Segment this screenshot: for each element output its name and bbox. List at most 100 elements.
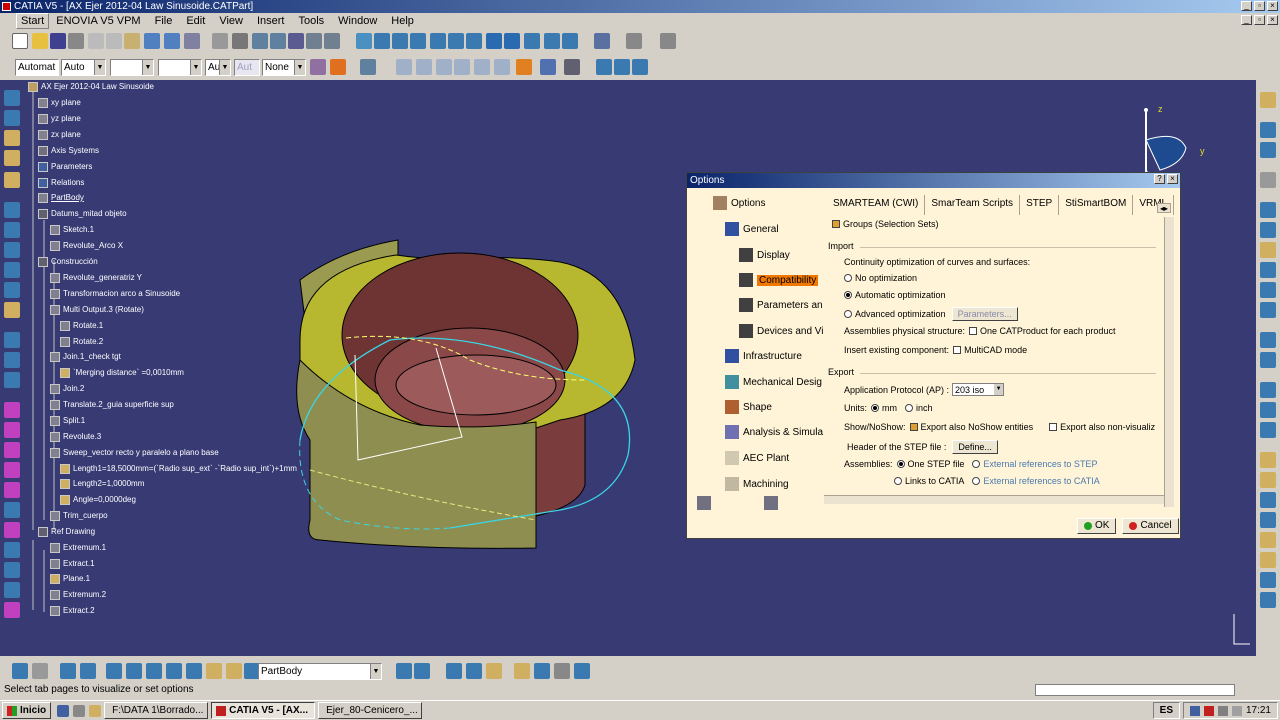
copy-icon[interactable] bbox=[106, 33, 122, 49]
fill-tool-icon[interactable] bbox=[4, 242, 20, 258]
radio-automatic-row[interactable]: Automatic optimization bbox=[844, 290, 946, 300]
extract-tool-icon[interactable] bbox=[4, 372, 20, 388]
one-catproduct-checkbox[interactable] bbox=[969, 327, 978, 335]
shading-icon[interactable] bbox=[524, 33, 540, 49]
tab-smarteam-scripts[interactable]: SmarTeam Scripts bbox=[925, 195, 1021, 215]
quicklaunch-desktop-icon[interactable] bbox=[73, 704, 86, 717]
apply-icon[interactable] bbox=[226, 663, 242, 679]
tree-item-join2[interactable]: Join.2 bbox=[50, 383, 84, 395]
options-tree-devices[interactable]: Devices and Vi bbox=[739, 324, 824, 338]
box-icon[interactable] bbox=[126, 663, 142, 679]
affinity-tool-icon[interactable] bbox=[4, 482, 20, 498]
mirror-tool-icon[interactable] bbox=[1260, 452, 1276, 468]
scale-right-tool-icon[interactable] bbox=[1260, 492, 1276, 508]
help-button[interactable]: ? bbox=[1154, 174, 1165, 184]
export-noshow-checkbox[interactable] bbox=[909, 423, 918, 431]
options-tree-infrastructure[interactable]: Infrastructure bbox=[725, 349, 802, 363]
export-nonvisual-checkbox[interactable] bbox=[1049, 423, 1058, 431]
tree-item-yz-plane[interactable]: yz plane bbox=[38, 113, 81, 125]
render-combo[interactable]: None ▼ bbox=[262, 59, 306, 76]
stop-icon[interactable] bbox=[554, 663, 570, 679]
tree-item-angle[interactable]: Angle=0,0000deg bbox=[60, 494, 136, 506]
tree-item-rotate1[interactable]: Rotate.1 bbox=[60, 320, 103, 332]
radio-mm[interactable] bbox=[871, 404, 880, 412]
options-tree-display[interactable]: Display bbox=[739, 248, 790, 262]
radio-links-catia[interactable] bbox=[894, 477, 902, 485]
linetype-combo[interactable]: ▼ bbox=[110, 59, 154, 76]
radio-inch[interactable] bbox=[905, 404, 914, 412]
menu-tools[interactable]: Tools bbox=[291, 14, 331, 28]
join-tool-icon[interactable] bbox=[4, 302, 20, 318]
insert-body-icon[interactable] bbox=[396, 663, 412, 679]
radio-advanced-optimization[interactable] bbox=[844, 310, 852, 318]
connect-tool-icon[interactable] bbox=[4, 562, 20, 578]
options-tree-aec-plant[interactable]: AEC Plant bbox=[725, 451, 789, 465]
insert-set-icon[interactable] bbox=[414, 663, 430, 679]
sketch-icon[interactable] bbox=[360, 59, 376, 75]
thickness-tool-icon[interactable] bbox=[1260, 402, 1276, 418]
print-icon[interactable] bbox=[68, 33, 84, 49]
tab-scroll-icon[interactable]: ◂▸ bbox=[1157, 203, 1171, 213]
radio-automatic-optimization[interactable] bbox=[844, 291, 852, 299]
draft-tool-icon[interactable] bbox=[4, 582, 20, 598]
point-tool-icon[interactable] bbox=[4, 90, 20, 106]
law-tool-icon[interactable] bbox=[4, 522, 20, 538]
options-tree-root[interactable]: Options bbox=[713, 196, 765, 210]
language-indicator[interactable]: ES bbox=[1152, 702, 1180, 719]
panel-vertical-scrollbar[interactable] bbox=[1164, 217, 1174, 507]
hide-show-icon[interactable] bbox=[544, 33, 560, 49]
body-select[interactable]: PartBody ▼ bbox=[258, 663, 382, 680]
tree-item-revolute3[interactable]: Revolute.3 bbox=[50, 431, 101, 443]
doc-restore-button[interactable]: ▫ bbox=[1254, 15, 1265, 25]
plane-tool-icon[interactable] bbox=[4, 150, 20, 166]
layer-combo[interactable]: Aut bbox=[234, 59, 260, 76]
radio-advanced-row[interactable]: Advanced optimization Parameters... bbox=[844, 307, 1018, 321]
thread-tool-icon[interactable] bbox=[1260, 422, 1276, 438]
tree-item-axis-systems[interactable]: Axis Systems bbox=[38, 145, 99, 157]
pan-icon[interactable] bbox=[392, 33, 408, 49]
groups-checkbox[interactable] bbox=[832, 220, 840, 228]
painter-icon[interactable] bbox=[310, 59, 326, 75]
new-icon[interactable] bbox=[12, 33, 28, 49]
layers-icon[interactable] bbox=[186, 663, 202, 679]
tree-item-xy-plane[interactable]: xy plane bbox=[38, 97, 81, 109]
zoom-in-icon[interactable] bbox=[430, 33, 446, 49]
menu-view[interactable]: View bbox=[212, 14, 250, 28]
menu-insert[interactable]: Insert bbox=[250, 14, 292, 28]
menu-window[interactable]: Window bbox=[331, 14, 384, 28]
tree-item-extremum2[interactable]: Extremum.2 bbox=[50, 589, 106, 601]
formula-icon[interactable] bbox=[212, 33, 228, 49]
replace-icon[interactable] bbox=[574, 663, 590, 679]
fill-icon[interactable] bbox=[516, 59, 532, 75]
chamfer-tool-icon[interactable] bbox=[1260, 352, 1276, 368]
link-icon[interactable] bbox=[166, 663, 182, 679]
split-tool-icon[interactable] bbox=[4, 332, 20, 348]
local-update-icon[interactable] bbox=[486, 663, 502, 679]
quicklaunch-explorer-icon[interactable] bbox=[89, 704, 102, 717]
sweep-tool-icon[interactable] bbox=[4, 222, 20, 238]
line-icon[interactable] bbox=[416, 59, 432, 75]
scan-icon[interactable] bbox=[446, 663, 462, 679]
translate-tool-icon[interactable] bbox=[4, 402, 20, 418]
tab-stismartbom[interactable]: StiSmartBOM bbox=[1059, 195, 1134, 215]
sketch-tool-icon[interactable] bbox=[4, 130, 20, 146]
extrude-tool-icon[interactable] bbox=[4, 172, 20, 188]
pattern-tool-icon[interactable] bbox=[4, 502, 20, 518]
redo-icon[interactable] bbox=[164, 33, 180, 49]
pocket-tool-icon[interactable] bbox=[1260, 222, 1276, 238]
define-in-work-icon[interactable] bbox=[466, 663, 482, 679]
tree-item-revolute-arco[interactable]: Revolute_Arco X bbox=[50, 240, 123, 252]
options-tree-general[interactable]: General bbox=[725, 222, 779, 236]
tree-item-sweep[interactable]: Sweep_vector recto y paralelo a plano ba… bbox=[50, 447, 219, 459]
menu-start[interactable]: Start bbox=[16, 13, 50, 29]
tree-item-extremum1[interactable]: Extremum.1 bbox=[50, 542, 106, 554]
reorder-icon[interactable] bbox=[534, 663, 550, 679]
check-icon[interactable] bbox=[146, 663, 162, 679]
task-cenicero[interactable]: Ejer_80-Cenicero_... bbox=[318, 702, 423, 719]
design-table-icon[interactable] bbox=[270, 33, 286, 49]
radio-no-optimization[interactable] bbox=[844, 274, 852, 282]
color-combo[interactable]: Automat bbox=[15, 59, 59, 76]
boolean-right-tool-icon[interactable] bbox=[1260, 572, 1276, 588]
tree-item-merging-distance[interactable]: `Merging distance` =0,0010mm bbox=[60, 367, 184, 379]
hole-tool-icon[interactable] bbox=[1260, 282, 1276, 298]
